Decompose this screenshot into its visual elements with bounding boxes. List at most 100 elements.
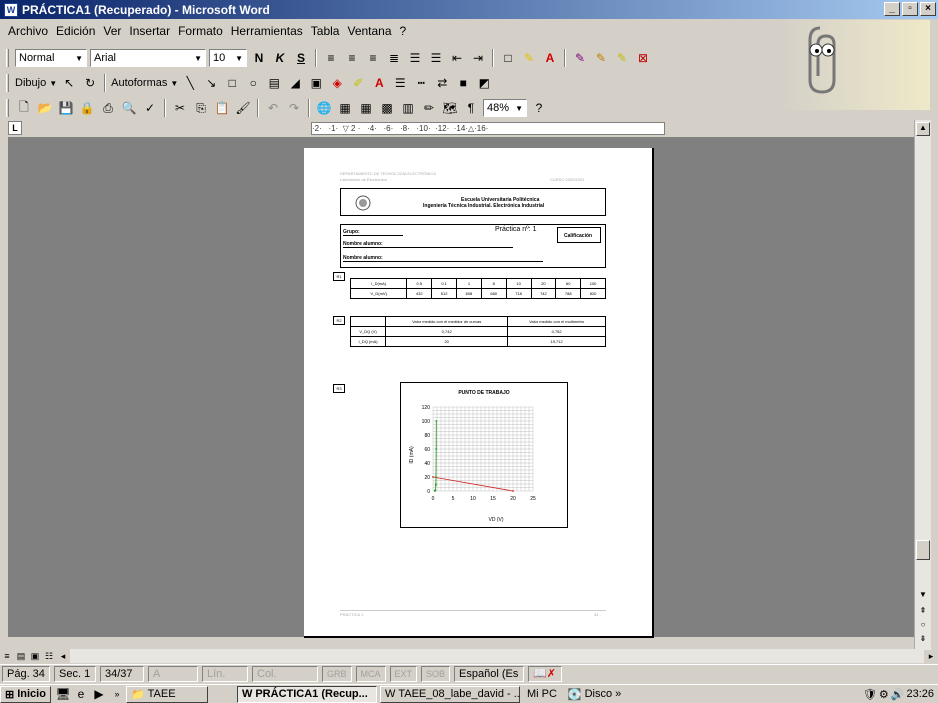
- menu-archivo[interactable]: Archivo: [4, 24, 52, 38]
- menu-insertar[interactable]: Insertar: [125, 24, 174, 38]
- format-painter-icon[interactable]: 🖌: [234, 99, 252, 117]
- menu-ver[interactable]: Ver: [99, 24, 125, 38]
- arrow-icon[interactable]: ↘: [202, 74, 220, 92]
- taskbar-word-active-button[interactable]: W PRÁCTICA1 (Recup...: [236, 685, 377, 703]
- scroll-right-button[interactable]: ▸: [924, 647, 938, 665]
- word-app-icon[interactable]: W: [4, 2, 18, 17]
- open-icon[interactable]: 📂: [36, 99, 54, 117]
- justify-icon[interactable]: ≣: [385, 49, 403, 67]
- draw-menu[interactable]: Dibujo: [15, 77, 46, 89]
- textbox-icon[interactable]: ▤: [265, 74, 283, 92]
- web-view-icon[interactable]: ▤: [14, 647, 28, 665]
- autoshapes-menu[interactable]: Autoformas: [111, 77, 167, 89]
- decrease-indent-icon[interactable]: ⇤: [448, 49, 466, 67]
- status-rec[interactable]: GRB: [322, 665, 352, 682]
- office-assistant-clip[interactable]: [780, 20, 930, 110]
- show-desktop-icon[interactable]: 🖥: [54, 685, 72, 703]
- copy-icon[interactable]: ⎘: [192, 99, 210, 117]
- cut-icon[interactable]: ✂: [171, 99, 189, 117]
- zoom-select[interactable]: 48% ▼: [483, 99, 527, 117]
- tab-selector-button[interactable]: L: [8, 121, 22, 135]
- permission-icon[interactable]: 🔒: [78, 99, 96, 117]
- zoom-icon[interactable]: ⊠: [634, 49, 652, 67]
- tray-icon[interactable]: 🛡: [863, 688, 877, 701]
- 3d-icon[interactable]: ◩: [475, 74, 493, 92]
- arrow-style-icon[interactable]: ⇄: [433, 74, 451, 92]
- italic-icon[interactable]: K: [271, 49, 289, 67]
- menu-tabla[interactable]: Tabla: [307, 24, 344, 38]
- vertical-scrollbar[interactable]: ▲ ▼ ⇞ ○ ⇟: [914, 120, 931, 650]
- insert-table-icon[interactable]: ▦: [357, 99, 375, 117]
- mipc-toolbar[interactable]: Mi PC: [523, 686, 561, 703]
- quicklaunch-icon[interactable]: ▶: [90, 685, 108, 703]
- internet-explorer-icon[interactable]: e: [72, 685, 90, 703]
- paste-icon[interactable]: 📋: [213, 99, 231, 117]
- scroll-up-button[interactable]: ▲: [916, 122, 930, 136]
- dash-style-icon[interactable]: ┅: [412, 74, 430, 92]
- line-icon[interactable]: ╲: [181, 74, 199, 92]
- pen-icon[interactable]: ✎: [571, 49, 589, 67]
- close-button[interactable]: ×: [920, 2, 936, 16]
- scroll-left-button[interactable]: ◂: [56, 647, 70, 665]
- rotate-icon[interactable]: ↻: [81, 74, 99, 92]
- print-icon[interactable]: ⎙: [99, 99, 117, 117]
- wordart-icon[interactable]: ◢: [286, 74, 304, 92]
- clipart-icon[interactable]: ▣: [307, 74, 325, 92]
- hyperlink-icon[interactable]: 🌐: [315, 99, 333, 117]
- more-quicklaunch-icon[interactable]: »: [108, 685, 126, 703]
- status-ext[interactable]: EXT: [389, 665, 418, 682]
- spelling-icon[interactable]: ✓: [141, 99, 159, 117]
- restore-button[interactable]: ▫: [902, 2, 918, 16]
- menu-herramientas[interactable]: Herramientas: [227, 24, 307, 38]
- browse-object-button[interactable]: ○: [916, 620, 930, 634]
- select-objects-icon[interactable]: ↖: [60, 74, 78, 92]
- show-hide-icon[interactable]: ¶: [462, 99, 480, 117]
- taskbar-word-button[interactable]: W TAEE_08_labe_david - ...: [379, 685, 520, 703]
- next-page-button[interactable]: ⇟: [916, 634, 930, 648]
- pencil-icon[interactable]: ✎: [592, 49, 610, 67]
- font-select[interactable]: Arial ▼: [90, 49, 206, 67]
- status-ovr[interactable]: SOB: [421, 665, 451, 682]
- style-select[interactable]: Normal ▼: [15, 49, 87, 67]
- drawing-icon[interactable]: ✏: [420, 99, 438, 117]
- align-left-icon[interactable]: ≡: [322, 49, 340, 67]
- oval-icon[interactable]: ○: [244, 74, 262, 92]
- outline-view-icon[interactable]: ☷: [42, 647, 56, 665]
- highlight-icon[interactable]: ✎: [520, 49, 538, 67]
- font-size-select[interactable]: 10 ▼: [209, 49, 247, 67]
- marker-icon[interactable]: ✎: [613, 49, 631, 67]
- spelling-status-icon[interactable]: 📖✗: [528, 665, 563, 682]
- minimize-button[interactable]: _: [884, 2, 900, 16]
- document-map-icon[interactable]: 🗺: [441, 99, 459, 117]
- fill-color-icon[interactable]: ◈: [328, 74, 346, 92]
- scroll-down-button[interactable]: ▼: [916, 590, 930, 604]
- tables-borders-icon[interactable]: ▦: [336, 99, 354, 117]
- previous-page-button[interactable]: ⇞: [916, 606, 930, 620]
- font-color-icon[interactable]: A: [541, 49, 559, 67]
- line-color-icon[interactable]: ✐: [349, 74, 367, 92]
- rectangle-icon[interactable]: □: [223, 74, 241, 92]
- document-page[interactable]: DEPARTAMENTO DE TECNOLOGÍA ELECTRÓNICA L…: [304, 148, 654, 638]
- save-icon[interactable]: 💾: [57, 99, 75, 117]
- new-icon[interactable]: 🗋: [15, 99, 33, 117]
- redo-icon[interactable]: ↷: [285, 99, 303, 117]
- menu-help[interactable]: ?: [396, 24, 411, 38]
- normal-view-icon[interactable]: ≡: [0, 647, 14, 665]
- bold-icon[interactable]: N: [250, 49, 268, 67]
- line-style-icon[interactable]: ☰: [391, 74, 409, 92]
- horizontal-ruler[interactable]: ·2· ·1· ▽ 2 · ·4· ·6· ·8· ·10· ·12· ·14·…: [8, 120, 914, 137]
- menu-ventana[interactable]: Ventana: [343, 24, 395, 38]
- status-language[interactable]: Español (Es: [454, 665, 525, 682]
- status-track[interactable]: MCA: [355, 665, 386, 682]
- print-preview-icon[interactable]: 🔍: [120, 99, 138, 117]
- help-icon[interactable]: ?: [530, 99, 548, 117]
- print-view-icon[interactable]: ▣: [28, 647, 42, 665]
- disco-toolbar[interactable]: 💽 Disco»: [564, 686, 625, 703]
- underline-icon[interactable]: S: [292, 49, 310, 67]
- bullets-icon[interactable]: ☰: [427, 49, 445, 67]
- tray-icon[interactable]: ⚙: [879, 688, 889, 701]
- scroll-thumb[interactable]: [916, 540, 930, 560]
- start-button[interactable]: ⊞ Inicio: [0, 685, 51, 703]
- align-center-icon[interactable]: ≡: [343, 49, 361, 67]
- clock[interactable]: 23:26: [906, 688, 934, 701]
